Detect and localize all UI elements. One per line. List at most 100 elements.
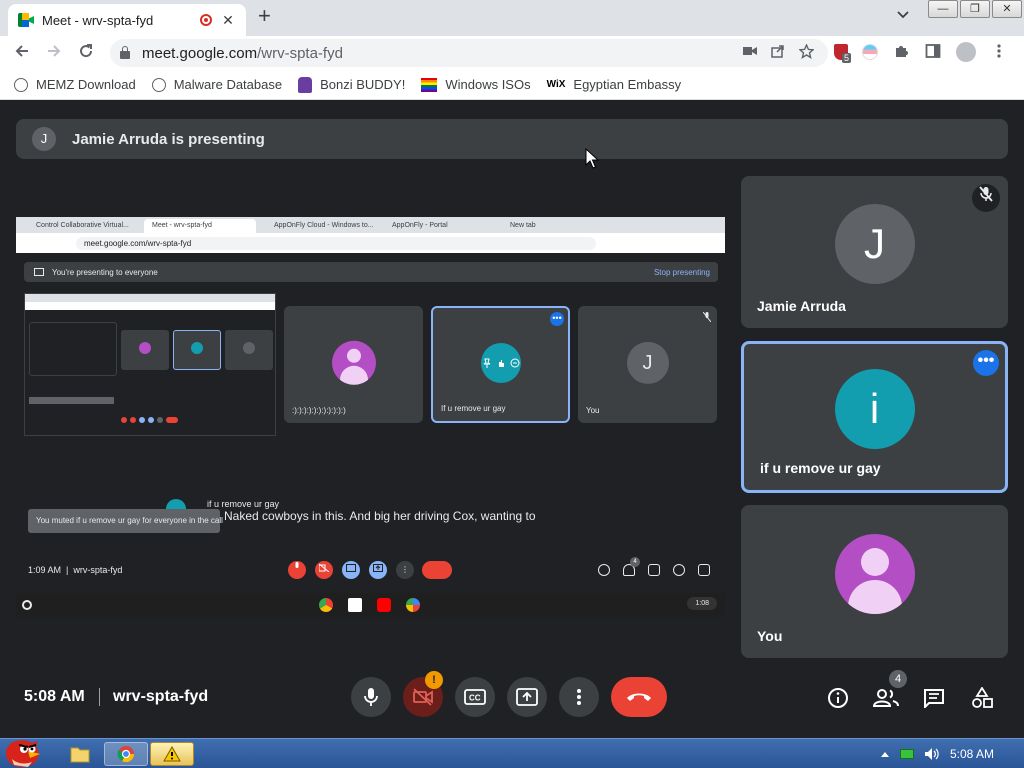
new-tab-button[interactable]: + <box>258 5 271 27</box>
presenter-banner: J Jamie Arruda is presenting <box>16 119 1008 159</box>
shared-tab-strip: Control Collaborative Virtual... Meet - … <box>16 217 725 233</box>
activities-icon <box>972 687 993 708</box>
bookmark-bonzi-buddy[interactable]: Bonzi BUDDY! <box>298 76 405 93</box>
presenter-text: Jamie Arruda is presenting <box>72 130 265 148</box>
tab-strip: Meet - wrv-spta-fyd ✕ + — ❐ ✕ <box>0 0 1024 36</box>
leave-call-button[interactable] <box>611 677 667 717</box>
tab-search-icon[interactable] <box>897 8 909 22</box>
google-meet-icon <box>18 13 34 27</box>
window-controls: — ❐ ✕ <box>928 0 1024 18</box>
present-icon <box>34 268 44 276</box>
pride-extension-icon[interactable] <box>862 44 878 60</box>
bookmark-windows-isos[interactable]: Windows ISOs <box>421 77 531 92</box>
close-window-button[interactable]: ✕ <box>992 0 1022 18</box>
shared-stop-presenting: Stop presenting <box>653 267 710 277</box>
shared-presenting-bar: You're presenting to everyone Stop prese… <box>24 262 718 282</box>
bookmark-star-icon[interactable] <box>798 43 815 62</box>
shared-more-icon: ⋮ <box>396 561 414 579</box>
meeting-code: wrv-spta-fyd <box>113 688 209 705</box>
bonzi-icon <box>298 76 313 93</box>
person-avatar-icon <box>834 533 915 614</box>
youtube-app-icon <box>377 598 391 612</box>
shared-presenting-text: You're presenting to everyone <box>52 267 158 277</box>
shield-extension-icon[interactable]: 5 <box>834 44 852 63</box>
shared-activities-icon <box>673 564 685 576</box>
shelf-status: 1:08 <box>687 597 717 610</box>
divider <box>99 688 100 706</box>
captions-button[interactable]: CC <box>455 677 495 717</box>
bookmark-memz[interactable]: MEMZ Download <box>14 77 136 92</box>
minimize-button[interactable]: — <box>928 0 958 18</box>
volume-icon[interactable] <box>924 747 940 761</box>
tray-expand-icon[interactable] <box>880 750 890 758</box>
shared-tile-name: You <box>586 406 600 415</box>
chat-button[interactable] <box>920 684 948 712</box>
network-icon[interactable] <box>899 748 914 759</box>
caption-speaker: if u remove ur gay <box>207 499 280 509</box>
shared-tab: New tab <box>510 222 536 229</box>
participant-name: Jamie Arruda <box>757 298 846 314</box>
participant-tile-active[interactable]: ••• i if u remove ur gay <box>741 341 1008 493</box>
angry-bird-start-icon[interactable] <box>2 733 46 768</box>
shared-people-count: 4 <box>630 557 640 567</box>
meeting-details-button[interactable] <box>824 684 852 712</box>
lock-icon[interactable] <box>120 46 130 59</box>
reload-icon[interactable] <box>70 43 102 64</box>
present-now-button[interactable] <box>507 677 547 717</box>
pin-icon <box>483 358 490 368</box>
info-icon <box>828 688 848 708</box>
wix-icon: WiX <box>546 79 566 90</box>
photos-app-icon <box>406 598 420 612</box>
people-icon <box>873 689 899 707</box>
bookmark-egyptian-embassy[interactable]: WiX Egyptian Embassy <box>547 77 681 92</box>
participant-tile-you[interactable]: You <box>741 505 1008 658</box>
profile-avatar-icon[interactable] <box>956 42 976 62</box>
bookmark-malware-database[interactable]: Malware Database <box>151 77 282 92</box>
camera-off-button[interactable]: ! <box>403 671 443 717</box>
browser-tab-meet[interactable]: Meet - wrv-spta-fyd ✕ <box>8 4 246 36</box>
caption-text: Naked cowboys in this. And big her drivi… <box>224 509 536 523</box>
person-avatar-icon <box>331 340 376 385</box>
participant-count-badge: 4 <box>889 670 907 688</box>
camera-warning-badge: ! <box>425 671 443 689</box>
microphone-icon <box>364 688 378 706</box>
participant-tile-jamie[interactable]: J Jamie Arruda <box>741 176 1008 328</box>
activities-button[interactable] <box>968 684 996 712</box>
shared-tab: Control Collaborative Virtual... <box>36 222 129 229</box>
shared-present-icon <box>369 561 387 579</box>
forward-arrow-icon[interactable] <box>38 43 70 64</box>
more-options-button[interactable] <box>559 677 599 717</box>
closed-captions-icon: CC <box>464 689 486 705</box>
back-arrow-icon[interactable] <box>6 43 38 64</box>
remove-icon <box>510 358 519 367</box>
chrome-icon <box>117 746 135 763</box>
tab-close-icon[interactable]: ✕ <box>220 12 236 29</box>
side-panel-icon[interactable] <box>924 43 942 61</box>
globe-icon <box>151 77 166 92</box>
share-icon[interactable] <box>771 44 785 62</box>
show-everyone-button[interactable] <box>872 684 900 712</box>
chrome-taskbar-button[interactable] <box>104 742 148 766</box>
shared-tile-highlighted: ••• If u remove ur gay <box>431 306 570 423</box>
explorer-taskbar-icon[interactable] <box>60 742 100 766</box>
nested-screen-preview <box>24 293 276 436</box>
taskbar-clock[interactable]: 5:08 AM <box>950 747 994 761</box>
globe-icon <box>14 77 28 92</box>
windows-taskbar: 5:08 AM <box>0 738 1024 768</box>
url-text: meet.google.com/wrv-spta-fyd <box>142 44 343 62</box>
launcher-icon <box>22 600 32 610</box>
camera-off-icon <box>413 688 433 706</box>
shared-tab: AppOnFly Cloud - Windows to... <box>274 222 374 229</box>
shared-end-call-icon <box>422 561 452 579</box>
more-options-icon[interactable]: ••• <box>973 350 999 376</box>
participant-name: if u remove ur gay <box>760 460 881 476</box>
puzzle-extensions-icon[interactable] <box>892 43 910 61</box>
warning-taskbar-button[interactable] <box>150 742 194 766</box>
microphone-button[interactable] <box>351 677 391 717</box>
camera-permission-icon[interactable] <box>743 44 757 62</box>
chrome-menu-icon[interactable] <box>990 43 1008 61</box>
extension-badge: 5 <box>842 53 852 63</box>
restore-button[interactable]: ❐ <box>960 0 990 18</box>
more-vert-icon <box>577 689 581 705</box>
address-bar[interactable]: meet.google.com/wrv-spta-fyd <box>110 39 828 67</box>
